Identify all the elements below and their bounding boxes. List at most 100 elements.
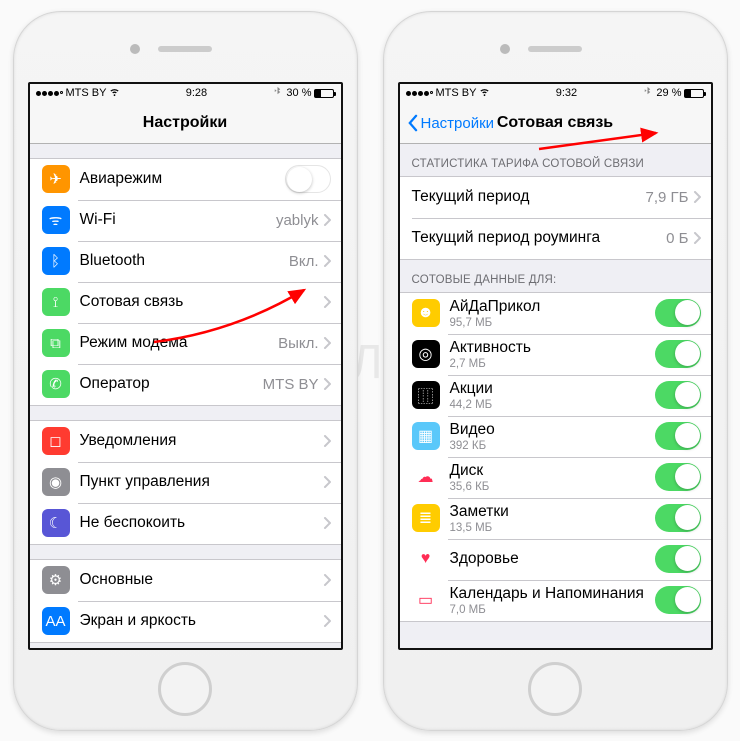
general-icon: ⚙ <box>42 566 70 594</box>
settings-row[interactable]: ⚙ Основные <box>30 560 341 601</box>
stats-header: СТАТИСТИКА ТАРИФА СОТОВОЙ СВЯЗИ <box>400 144 711 176</box>
row-sublabel: 7,0 МБ <box>450 604 655 616</box>
row-label: Здоровье <box>450 550 655 568</box>
control-center-icon: ◉ <box>42 468 70 496</box>
bluetooth-icon <box>272 86 283 100</box>
chevron-right-icon <box>323 214 331 226</box>
settings-row[interactable]: AAЭкран и яркость <box>30 601 341 642</box>
chevron-left-icon <box>406 114 419 132</box>
page-title: Настройки <box>143 114 227 132</box>
app-row[interactable]: ≣Заметки13,5 МБ <box>400 498 711 539</box>
chevron-right-icon <box>323 574 331 586</box>
navbar: Настройки Сотовая связь <box>400 104 711 144</box>
app-row[interactable]: ▦Видео392 КБ <box>400 416 711 457</box>
row-label: Текущий период <box>412 188 646 206</box>
row-sublabel: 2,7 МБ <box>450 358 655 370</box>
row-label: Календарь и Напоминания7,0 МБ <box>450 585 655 616</box>
stats-row[interactable]: Текущий период роуминга0 Б <box>400 218 711 259</box>
battery-icon <box>314 89 334 98</box>
bluetooth-icon <box>642 86 653 100</box>
settings-row[interactable]: ✈ Авиарежим <box>30 159 341 200</box>
chevron-right-icon <box>323 255 331 267</box>
settings-row[interactable]: ⧉Режим модемаВыкл. <box>30 323 341 364</box>
row-label: Wi-Fi <box>80 211 276 229</box>
row-sublabel: 95,7 МБ <box>450 317 655 329</box>
app-row[interactable]: ◎Активность2,7 МБ <box>400 334 711 375</box>
clock: 9:32 <box>556 87 577 99</box>
settings-row[interactable]: ✆ОператорMTS BY <box>30 364 341 405</box>
settings-list[interactable]: ✈АвиарежимᯤWi-FiyablykᛒBluetoothВкл.⟟Сот… <box>30 144 341 648</box>
app-calendar-icon: ▭ <box>412 586 440 614</box>
row-label: Экран и яркость <box>80 612 323 630</box>
row-sublabel: 13,5 МБ <box>450 522 655 534</box>
row-label: Оператор <box>80 375 263 393</box>
app-row[interactable]: ☻ АйДаПрикол95,7 МБ <box>400 293 711 334</box>
row-label: Акции44,2 МБ <box>450 380 655 411</box>
row-label: Не беспокоить <box>80 514 323 532</box>
row-value: 7,9 ГБ <box>646 189 689 206</box>
stats-row[interactable]: Текущий период7,9 ГБ <box>400 177 711 218</box>
row-label: Bluetooth <box>80 252 289 270</box>
app-stocks-icon: ⿲ <box>412 381 440 409</box>
settings-row[interactable]: ☾Не беспокоить <box>30 503 341 544</box>
hotspot-icon: ⧉ <box>42 329 70 357</box>
settings-row[interactable]: ⟟Сотовая связь <box>30 282 341 323</box>
home-button[interactable] <box>158 662 212 716</box>
cellular-list[interactable]: СТАТИСТИКА ТАРИФА СОТОВОЙ СВЯЗИ Текущий … <box>400 144 711 648</box>
group-stats: Текущий период7,9 ГБТекущий период роуми… <box>400 176 711 260</box>
home-button[interactable] <box>528 662 582 716</box>
chevron-right-icon <box>693 191 701 203</box>
group-connectivity: ✈АвиарежимᯤWi-FiyablykᛒBluetoothВкл.⟟Сот… <box>30 158 341 406</box>
app-aidaprikol-icon: ☻ <box>412 299 440 327</box>
page-title: Сотовая связь <box>497 114 613 132</box>
chevron-right-icon <box>323 337 331 349</box>
app-row[interactable]: ▭ Календарь и Напоминания7,0 МБ <box>400 580 711 621</box>
toggle-switch[interactable] <box>655 463 701 491</box>
wifi-icon: ᯤ <box>42 206 70 234</box>
group-general: ⚙ Основные AAЭкран и яркость <box>30 559 341 643</box>
row-label: Режим модема <box>80 334 279 352</box>
chevron-right-icon <box>323 615 331 627</box>
notifications-icon: ◻ <box>42 427 70 455</box>
row-label: Диск35,6 КБ <box>450 462 655 493</box>
settings-row[interactable]: ◻ Уведомления <box>30 421 341 462</box>
toggle-switch[interactable] <box>655 422 701 450</box>
airplane-icon: ✈ <box>42 165 70 193</box>
chevron-right-icon <box>323 435 331 447</box>
group-apps: ☻ АйДаПрикол95,7 МБ ◎Активность2,7 МБ ⿲ Акци… <box>400 292 711 622</box>
row-label: Авиарежим <box>80 170 285 188</box>
row-sublabel: 35,6 КБ <box>450 481 655 493</box>
row-value: Вкл. <box>289 253 319 270</box>
row-label: Активность2,7 МБ <box>450 339 655 370</box>
battery-percentage: 29 % <box>656 87 681 99</box>
status-bar: MTS BY 9:28 30 % <box>30 84 341 104</box>
clock: 9:28 <box>186 87 207 99</box>
toggle-switch[interactable] <box>655 586 701 614</box>
toggle-switch[interactable] <box>285 165 331 193</box>
toggle-switch[interactable] <box>655 381 701 409</box>
row-label: Видео392 КБ <box>450 421 655 452</box>
row-label: Уведомления <box>80 432 323 450</box>
signal-dots-icon <box>406 91 433 96</box>
settings-row[interactable]: ◉Пункт управления <box>30 462 341 503</box>
wifi-icon <box>109 86 120 100</box>
bluetooth-icon: ᛒ <box>42 247 70 275</box>
toggle-switch[interactable] <box>655 545 701 573</box>
wifi-icon <box>479 86 490 100</box>
chevron-right-icon <box>323 378 331 390</box>
back-button[interactable]: Настройки <box>406 114 495 132</box>
toggle-switch[interactable] <box>655 340 701 368</box>
settings-row[interactable]: ᛒ BluetoothВкл. <box>30 241 341 282</box>
app-row[interactable]: ⿲ Акции44,2 МБ <box>400 375 711 416</box>
app-row[interactable]: ☁Диск35,6 КБ <box>400 457 711 498</box>
iphone-left: MTS BY 9:28 30 % Настройки ✈ Авиарежим ᯤ Wi… <box>13 11 358 731</box>
toggle-switch[interactable] <box>655 299 701 327</box>
settings-row[interactable]: ᯤWi-Fiyablyk <box>30 200 341 241</box>
row-label: АйДаПрикол95,7 МБ <box>450 298 655 329</box>
toggle-switch[interactable] <box>655 504 701 532</box>
row-label: Заметки13,5 МБ <box>450 503 655 534</box>
app-row[interactable]: ♥Здоровье <box>400 539 711 580</box>
battery-percentage: 30 % <box>286 87 311 99</box>
row-label: Основные <box>80 571 323 589</box>
row-sublabel: 44,2 МБ <box>450 399 655 411</box>
